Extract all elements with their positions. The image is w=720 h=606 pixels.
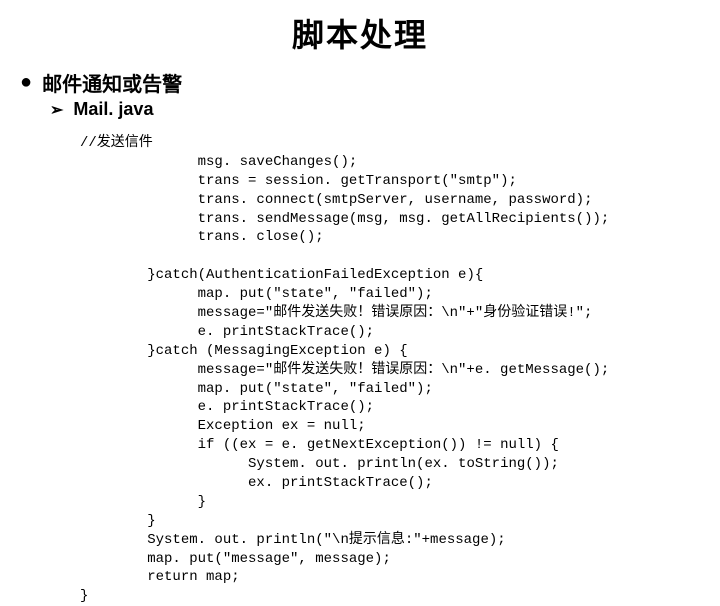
sub-bullet-text: Mail. java xyxy=(73,99,153,120)
bullet-dot-icon: ● xyxy=(20,71,32,94)
arrow-icon: ➢ xyxy=(50,100,63,120)
bullet-line: ● 邮件通知或告警 xyxy=(20,68,700,97)
page-title: 脚本处理 xyxy=(20,10,700,56)
bullet-text: 邮件通知或告警 xyxy=(42,68,182,97)
slide: 脚本处理 ● 邮件通知或告警 ➢ Mail. java //发送信件 msg. … xyxy=(0,0,720,606)
code-block: //发送信件 msg. saveChanges(); trans = sessi… xyxy=(80,134,700,606)
sub-bullet-line: ➢ Mail. java xyxy=(50,99,700,120)
